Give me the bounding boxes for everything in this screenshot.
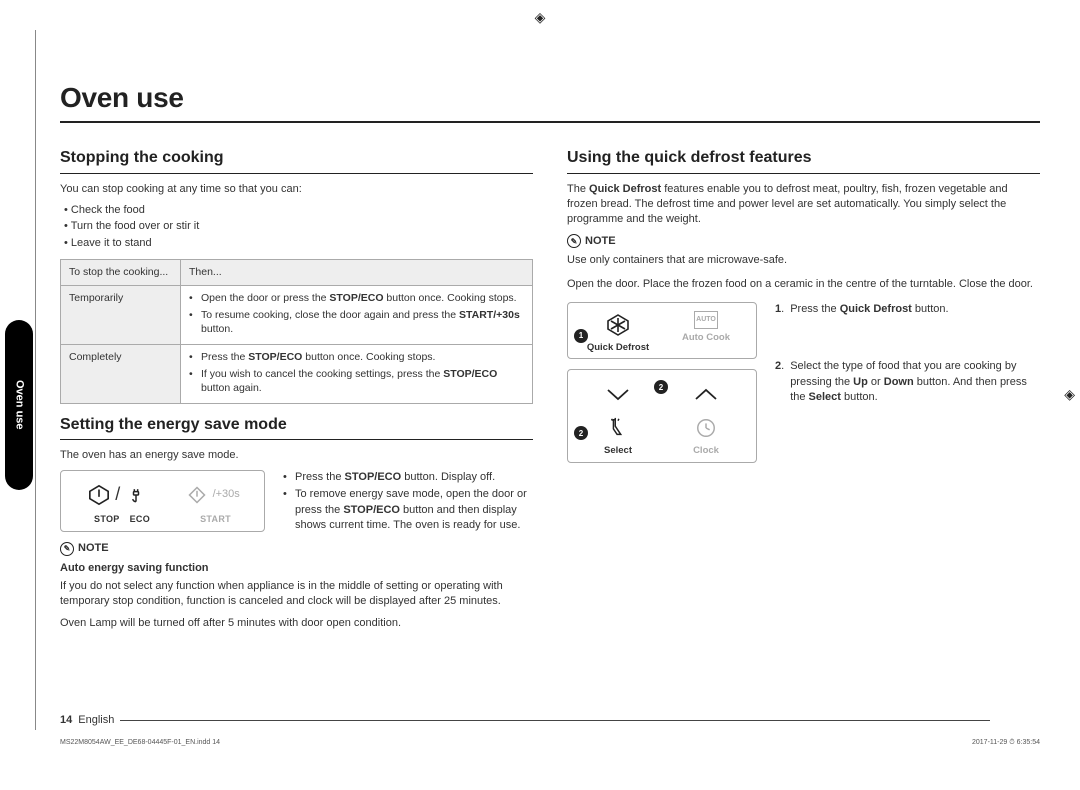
defrost-steps: 1. Press the Quick Defrost button. 2. Se…	[775, 302, 1040, 448]
note-icon: ✎	[60, 542, 74, 556]
defrost-panels: 1 Quick Defrost AUTO	[567, 302, 757, 463]
energy-bullets: Press the STOP/ECO button. Display off. …	[283, 470, 533, 536]
defrost-bottom-panel: 2 2	[567, 369, 757, 462]
section-defrost-title: Using the quick defrost features	[567, 147, 1040, 173]
defrost-top-panel: 1 Quick Defrost AUTO	[567, 302, 757, 359]
vertical-margin-rule	[35, 30, 36, 730]
eco-icon	[122, 481, 150, 509]
table-cell: Open the door or press the STOP/ECO butt…	[181, 285, 533, 344]
page-number: 14	[60, 713, 72, 728]
table-row: If you wish to cancel the cooking settin…	[189, 367, 524, 396]
page-title: Oven use	[60, 78, 1040, 123]
page-footer: 14 English	[60, 713, 990, 728]
imprint: MS22M8054AW_EE_DE68-04445F-01_EN.indd 14…	[60, 738, 1040, 748]
select-icon	[604, 414, 632, 442]
table-row: Open the door or press the STOP/ECO butt…	[189, 291, 524, 306]
note-label: NOTE	[585, 234, 616, 249]
stopping-table: To stop the cooking... Then... Temporari…	[60, 259, 533, 404]
side-tab-label: Oven use	[11, 380, 26, 430]
stopping-bullet: Leave it to stand	[64, 236, 533, 251]
stop-icon	[85, 481, 113, 509]
note-p1: If you do not select any function when a…	[60, 579, 533, 610]
energy-intro: The oven has an energy save mode.	[60, 448, 533, 463]
auto-cook-label: Auto Cook	[682, 331, 730, 344]
step-item: 2. Select the type of food that you are …	[775, 359, 1040, 405]
table-cell-label: Temporarily	[61, 285, 181, 344]
note-p2: Oven Lamp will be turned off after 5 min…	[60, 616, 533, 631]
table-cell-label: Completely	[61, 344, 181, 403]
step-number: 1.	[775, 302, 784, 317]
callout-1: 1	[574, 329, 588, 343]
auto-cook-icon: AUTO	[694, 311, 718, 329]
crop-mark-right: ◈	[1064, 385, 1075, 405]
quick-defrost-label: Quick Defrost	[587, 341, 649, 354]
stop-label: STOP	[94, 513, 120, 526]
crop-mark-top: ◈	[535, 8, 546, 28]
footer-rule	[120, 720, 990, 721]
page-lang: English	[78, 713, 114, 728]
eco-label: ECO	[130, 513, 150, 526]
page-content: Oven use Oven use Stopping the cooking Y…	[60, 30, 1040, 750]
section-stopping-title: Stopping the cooking	[60, 147, 533, 173]
stopping-bullet: Check the food	[64, 203, 533, 218]
table-row: To resume cooking, close the door again …	[189, 308, 524, 337]
note-subhead: Auto energy saving function	[60, 561, 533, 576]
table-cell: Press the STOP/ECO button once. Cooking …	[181, 344, 533, 403]
start-icon	[183, 481, 211, 509]
clock-icon	[692, 414, 720, 442]
step-item: 1. Press the Quick Defrost button.	[775, 302, 1040, 317]
left-column: Stopping the cooking You can stop cookin…	[60, 137, 533, 637]
defrost-prep: Open the door. Place the frozen food on …	[567, 277, 1040, 292]
defrost-note-body: Use only containers that are microwave-s…	[567, 253, 1040, 268]
down-icon	[604, 380, 632, 408]
note-icon: ✎	[567, 234, 581, 248]
table-header: To stop the cooking...	[61, 260, 181, 286]
energy-bullet: To remove energy save mode, open the doo…	[283, 487, 533, 533]
stop-eco-panel: / /+30s	[60, 470, 265, 533]
side-tab: Oven use	[5, 320, 33, 490]
stopping-intro: You can stop cooking at any time so that…	[60, 182, 533, 197]
defrost-intro: The Quick Defrost features enable you to…	[567, 182, 1040, 228]
stopping-bullet: Turn the food over or stir it	[64, 219, 533, 234]
snowflake-icon	[604, 311, 632, 339]
stopping-bullets: Check the food Turn the food over or sti…	[60, 203, 533, 251]
plus30-label: /+30s	[213, 487, 240, 502]
note-header: ✎ NOTE	[60, 541, 533, 556]
step-number: 2.	[775, 359, 784, 405]
energy-bullet: Press the STOP/ECO button. Display off.	[283, 470, 533, 485]
slash: /	[115, 482, 120, 507]
section-energy-title: Setting the energy save mode	[60, 414, 533, 440]
clock-label: Clock	[693, 444, 719, 457]
right-column: Using the quick defrost features The Qui…	[567, 137, 1040, 637]
table-row: Press the STOP/ECO button once. Cooking …	[189, 350, 524, 365]
up-icon	[692, 380, 720, 408]
select-label: Select	[604, 444, 632, 457]
note-header: ✎ NOTE	[567, 234, 1040, 249]
note-label: NOTE	[78, 541, 109, 556]
imprint-right: 2017-11-29 ⏱ 6:35:54	[972, 738, 1040, 748]
imprint-left: MS22M8054AW_EE_DE68-04445F-01_EN.indd 14	[60, 738, 220, 748]
start-label: START	[200, 513, 231, 526]
table-header: Then...	[181, 260, 533, 286]
